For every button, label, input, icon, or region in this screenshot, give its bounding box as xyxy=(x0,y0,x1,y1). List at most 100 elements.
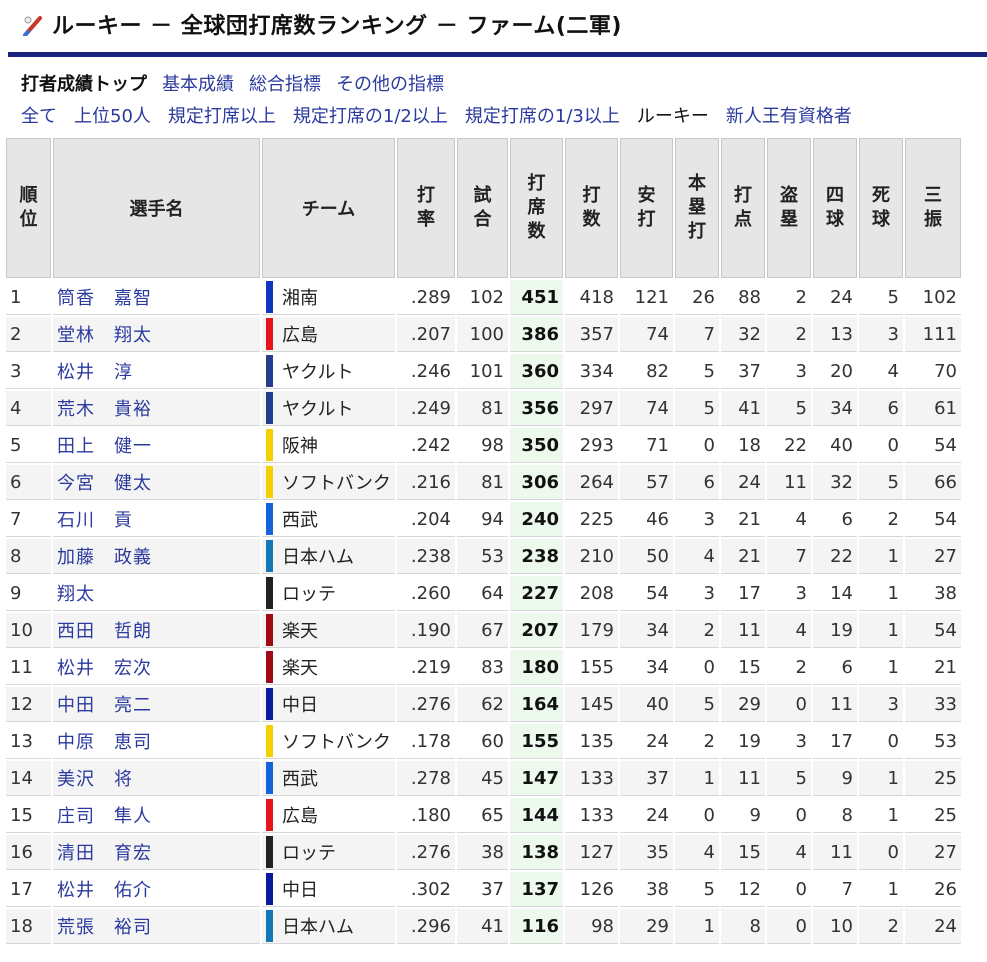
team-color-marker xyxy=(266,688,273,720)
player-link[interactable]: 荒張 裕司 xyxy=(53,909,260,944)
column-header-rank[interactable]: 順位 xyxy=(6,138,51,278)
column-header-label: 打数 xyxy=(582,184,601,230)
team-cell: 楽天 xyxy=(262,613,395,648)
player-link[interactable]: 筒香 嘉智 xyxy=(53,280,260,315)
stat-cell-games: 98 xyxy=(457,428,508,463)
filter-link-1[interactable]: 上位50人 xyxy=(74,106,151,127)
stat-cell-bb: 11 xyxy=(813,835,857,870)
stat-cell-bb: 6 xyxy=(813,650,857,685)
stat-cell-hbp: 3 xyxy=(859,687,903,722)
table-row: 16 清田 育宏 ロッテ .276 38 138 127 35 4 15 4 11 0 27 xyxy=(6,835,961,870)
nav-link-2[interactable]: 総合指標 xyxy=(249,74,321,95)
stat-cell-rbi: 8 xyxy=(721,909,765,944)
stat-cell-games: 65 xyxy=(457,798,508,833)
player-link[interactable]: 清田 育宏 xyxy=(53,835,260,870)
player-link[interactable]: 石川 貢 xyxy=(53,502,260,537)
stat-cell-avg: .204 xyxy=(397,502,455,537)
player-link[interactable]: 荒木 貴裕 xyxy=(53,391,260,426)
stat-cell-sb: 7 xyxy=(767,539,811,574)
stat-cell-hits: 50 xyxy=(620,539,673,574)
stat-cell-rbi: 15 xyxy=(721,650,765,685)
team-cell: ヤクルト xyxy=(262,354,395,389)
column-header-rbi[interactable]: 打点 xyxy=(721,138,765,278)
player-link[interactable]: 庄司 隼人 xyxy=(53,798,260,833)
player-link[interactable]: 松井 宏次 xyxy=(53,650,260,685)
stat-cell-so: 38 xyxy=(905,576,961,611)
team-color-marker xyxy=(266,392,273,424)
column-header-so[interactable]: 三振 xyxy=(905,138,961,278)
stat-cell-bb: 19 xyxy=(813,613,857,648)
player-link[interactable]: 松井 佑介 xyxy=(53,872,260,907)
column-header-hr[interactable]: 本塁打 xyxy=(675,138,719,278)
column-header-hbp[interactable]: 死球 xyxy=(859,138,903,278)
column-header-label: 打率 xyxy=(416,184,435,230)
filter-link-3[interactable]: 規定打席の1/2以上 xyxy=(293,106,448,127)
column-header-bb[interactable]: 四球 xyxy=(813,138,857,278)
rank-cell: 13 xyxy=(6,724,51,759)
column-header-sb[interactable]: 盗塁 xyxy=(767,138,811,278)
player-link[interactable]: 加藤 政義 xyxy=(53,539,260,574)
player-link[interactable]: 中田 亮二 xyxy=(53,687,260,722)
stat-cell-bb: 22 xyxy=(813,539,857,574)
table-row: 9 翔太 ロッテ .260 64 227 208 54 3 17 3 14 1 38 xyxy=(6,576,961,611)
column-header-ab[interactable]: 打数 xyxy=(565,138,618,278)
stat-cell-hbp: 1 xyxy=(859,761,903,796)
stat-cell-so: 70 xyxy=(905,354,961,389)
stat-cell-hbp: 2 xyxy=(859,909,903,944)
stat-cell-avg: .180 xyxy=(397,798,455,833)
stat-cell-games: 102 xyxy=(457,280,508,315)
stat-cell-hbp: 1 xyxy=(859,872,903,907)
player-link[interactable]: 松井 淳 xyxy=(53,354,260,389)
stat-cell-hits: 82 xyxy=(620,354,673,389)
player-link[interactable]: 田上 健一 xyxy=(53,428,260,463)
rank-cell: 1 xyxy=(6,280,51,315)
stat-cell-hr: 3 xyxy=(675,502,719,537)
stat-cell-ab: 98 xyxy=(565,909,618,944)
column-header-team[interactable]: チーム xyxy=(262,138,395,278)
column-header-avg[interactable]: 打率 xyxy=(397,138,455,278)
stat-cell-rbi: 21 xyxy=(721,502,765,537)
stat-cell-hr: 0 xyxy=(675,650,719,685)
stat-cell-pa: 227 xyxy=(510,576,563,611)
title-bar: ルーキー － 全球団打席数ランキング － ファーム(二軍) xyxy=(8,0,987,57)
filter-link-6[interactable]: 新人王有資格者 xyxy=(726,106,852,127)
stat-cell-sb: 11 xyxy=(767,465,811,500)
stat-cell-games: 94 xyxy=(457,502,508,537)
stat-cell-hits: 46 xyxy=(620,502,673,537)
player-link[interactable]: 堂林 翔太 xyxy=(53,317,260,352)
stat-cell-pa: 350 xyxy=(510,428,563,463)
column-header-hits[interactable]: 安打 xyxy=(620,138,673,278)
stat-cell-hits: 29 xyxy=(620,909,673,944)
player-link[interactable]: 西田 哲朗 xyxy=(53,613,260,648)
stat-cell-rbi: 21 xyxy=(721,539,765,574)
player-link[interactable]: 中原 恵司 xyxy=(53,724,260,759)
nav-link-3[interactable]: その他の指標 xyxy=(336,74,444,95)
stat-cell-sb: 0 xyxy=(767,798,811,833)
stat-cell-hbp: 0 xyxy=(859,724,903,759)
player-link[interactable]: 翔太 xyxy=(53,576,260,611)
column-header-games[interactable]: 試合 xyxy=(457,138,508,278)
team-color-marker xyxy=(266,873,273,905)
rank-cell: 10 xyxy=(6,613,51,648)
nav-link-1[interactable]: 基本成績 xyxy=(162,74,234,95)
stat-cell-hits: 24 xyxy=(620,798,673,833)
filter-link-0[interactable]: 全て xyxy=(21,106,57,127)
stat-cell-games: 62 xyxy=(457,687,508,722)
column-header-label: 安打 xyxy=(637,184,656,230)
column-header-pa[interactable]: 打席数 xyxy=(510,138,563,278)
table-row: 13 中原 恵司 ソフトバンク .178 60 155 135 24 2 19 3 17 0 53 xyxy=(6,724,961,759)
rank-cell: 14 xyxy=(6,761,51,796)
column-header-player[interactable]: 選手名 xyxy=(53,138,260,278)
stat-cell-so: 27 xyxy=(905,539,961,574)
stat-cell-games: 100 xyxy=(457,317,508,352)
filter-link-4[interactable]: 規定打席の1/3以上 xyxy=(465,106,620,127)
team-name: 日本ハム xyxy=(282,547,354,568)
stat-cell-games: 37 xyxy=(457,872,508,907)
team-name: 楽天 xyxy=(282,621,318,642)
stat-cell-so: 102 xyxy=(905,280,961,315)
player-link[interactable]: 美沢 将 xyxy=(53,761,260,796)
filter-link-2[interactable]: 規定打席以上 xyxy=(168,106,276,127)
stat-cell-hbp: 5 xyxy=(859,280,903,315)
player-link[interactable]: 今宮 健太 xyxy=(53,465,260,500)
stat-cell-bb: 17 xyxy=(813,724,857,759)
